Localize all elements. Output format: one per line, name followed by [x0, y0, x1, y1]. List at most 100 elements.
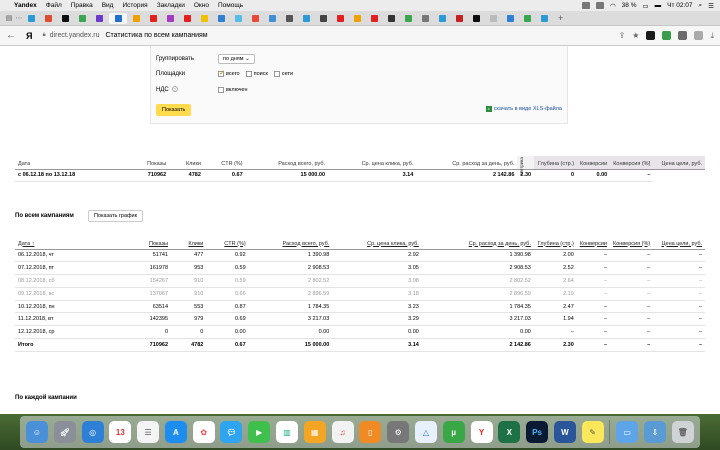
tab[interactable] — [469, 13, 484, 24]
tab[interactable] — [75, 13, 90, 24]
show-button[interactable]: Показать — [156, 104, 192, 116]
sort-link[interactable]: Глубина (стр.) — [538, 241, 574, 247]
url-host[interactable]: direct.yandex.ru — [50, 32, 100, 39]
tab[interactable] — [248, 13, 263, 24]
menu-edit[interactable]: Правка — [71, 2, 93, 9]
tab[interactable] — [180, 13, 195, 24]
launchpad-icon[interactable]: 🚀︎ — [53, 421, 76, 443]
downloads-folder-icon[interactable]: ⇩ — [643, 421, 666, 443]
wifi-icon[interactable]: ◠ — [610, 2, 616, 10]
tab[interactable] — [58, 13, 73, 24]
tab[interactable] — [197, 13, 212, 24]
sort-link[interactable]: CTR (%) — [224, 241, 245, 247]
trash-icon[interactable]: 🗑︎ — [671, 421, 694, 443]
sort-col-clicks[interactable]: Клики — [171, 236, 207, 250]
safari-icon[interactable]: ◎ — [81, 421, 104, 443]
utorrent-icon[interactable]: µ — [442, 421, 465, 443]
tab[interactable] — [384, 13, 399, 24]
tab[interactable] — [401, 13, 416, 24]
sort-col-avg-click-price[interactable]: Ср. цена клика, руб. — [332, 236, 422, 250]
platform-search-checkbox[interactable]: поиск — [245, 71, 268, 77]
books-icon[interactable]: ▯ — [359, 421, 382, 443]
photoshop-icon[interactable]: Ps — [526, 421, 549, 443]
platform-all-checkbox[interactable]: всего — [218, 69, 240, 77]
tab[interactable] — [24, 13, 39, 24]
tab[interactable] — [41, 13, 56, 24]
keynote-icon[interactable]: ▦ — [303, 421, 326, 443]
applications-folder-icon[interactable]: ▭ — [616, 421, 639, 443]
platform-networks-checkbox[interactable]: сети — [273, 71, 293, 77]
yandex-browser-icon[interactable]: Y — [470, 421, 493, 443]
sort-link[interactable]: Показы — [149, 241, 168, 247]
sort-link[interactable]: Ср. расход за день, руб. — [469, 241, 531, 247]
menu-window[interactable]: Окно — [194, 2, 209, 9]
facetime-icon[interactable]: ▶ — [248, 421, 271, 443]
sort-col-date[interactable]: Дата ↑ — [15, 236, 142, 250]
sort-link[interactable]: Клики — [188, 241, 203, 247]
reminders-icon[interactable]: ☰ — [137, 421, 160, 443]
calendar-icon[interactable]: 13 — [109, 421, 132, 443]
extension-icon[interactable] — [678, 31, 688, 40]
tab[interactable] — [129, 13, 144, 24]
back-arrow-icon[interactable]: ← — [6, 30, 16, 41]
sort-col-avg-daily-spend[interactable]: Ср. расход за день, руб. — [421, 236, 534, 250]
share-icon[interactable]: ⇪ — [619, 31, 626, 40]
sort-col-spend[interactable]: Расход всего, руб. — [248, 236, 333, 250]
sort-link[interactable]: Дата ↑ — [18, 241, 34, 247]
menu-file[interactable]: Файл — [46, 2, 62, 9]
yandex-logo[interactable]: Я — [26, 31, 32, 41]
sort-col-conversions[interactable]: Конверсии — [576, 236, 610, 250]
system-preferences-icon[interactable]: ⚙ — [387, 421, 410, 443]
tab[interactable] — [299, 13, 314, 24]
checkbox[interactable] — [245, 71, 252, 77]
menu-help[interactable]: Помощь — [218, 2, 243, 9]
tab[interactable] — [367, 13, 382, 24]
sort-link[interactable]: Цена цели, руб. — [661, 241, 702, 247]
spotlight-icon[interactable]: ⌕ — [699, 2, 703, 10]
sidebar-icon[interactable]: ▤ — [4, 14, 14, 22]
sort-col-conversion-rate[interactable]: Конверсия (%) — [610, 236, 654, 250]
checkbox-checked[interactable] — [218, 69, 225, 77]
show-graph-button[interactable]: Показать график — [88, 210, 144, 222]
status-app-icon[interactable] — [581, 2, 590, 9]
help-icon[interactable]: ? — [171, 86, 178, 92]
extension-icon[interactable] — [646, 31, 656, 40]
extension-icon[interactable] — [662, 31, 672, 40]
extension-icon[interactable] — [694, 31, 704, 40]
tab[interactable] — [418, 13, 433, 24]
bookmark-star-icon[interactable]: ★ — [632, 31, 639, 40]
status-app-icon[interactable] — [595, 2, 604, 9]
checkbox[interactable] — [273, 71, 280, 77]
tab[interactable] — [265, 13, 280, 24]
testflight-icon[interactable]: △ — [414, 421, 437, 443]
sort-col-goal-price[interactable]: Цена цели, руб. — [653, 236, 705, 250]
sort-link[interactable]: Расход всего, руб. — [282, 241, 329, 247]
clock[interactable]: Чт 02:07 — [667, 2, 692, 9]
tab[interactable] — [537, 13, 552, 24]
sort-col-ctr[interactable]: CTR (%) — [206, 236, 249, 250]
flag-icon[interactable]: ▬ — [655, 2, 662, 9]
xls-download-link[interactable]: x скачать в виде XLS-файла — [485, 106, 562, 112]
tab[interactable] — [452, 13, 467, 24]
music-icon[interactable]: ♫ — [331, 421, 354, 443]
tab[interactable] — [316, 13, 331, 24]
menu-view[interactable]: Вид — [102, 2, 114, 9]
url-page-title[interactable]: Статистика по всем кампаниям — [105, 32, 207, 39]
tab[interactable] — [350, 13, 365, 24]
tab[interactable] — [92, 13, 107, 24]
sort-link[interactable]: Конверсия (%) — [613, 241, 650, 247]
tab[interactable] — [435, 13, 450, 24]
tab[interactable] — [282, 13, 297, 24]
app-store-icon[interactable]: A — [164, 421, 187, 443]
numbers-icon[interactable]: ▥ — [276, 421, 299, 443]
tab[interactable] — [333, 13, 348, 24]
tab[interactable] — [503, 13, 518, 24]
excel-icon[interactable]: X — [498, 421, 521, 443]
notes-icon[interactable]: ✎ — [581, 421, 604, 443]
finder-icon[interactable]: ☺ — [26, 421, 48, 443]
sort-link[interactable]: Ср. цена клика, руб. — [367, 241, 419, 247]
photos-icon[interactable]: ✿ — [192, 421, 215, 443]
battery-percent[interactable]: 38 % — [622, 2, 637, 9]
battery-icon[interactable]: ▭ — [642, 2, 648, 10]
tab[interactable] — [214, 13, 229, 24]
